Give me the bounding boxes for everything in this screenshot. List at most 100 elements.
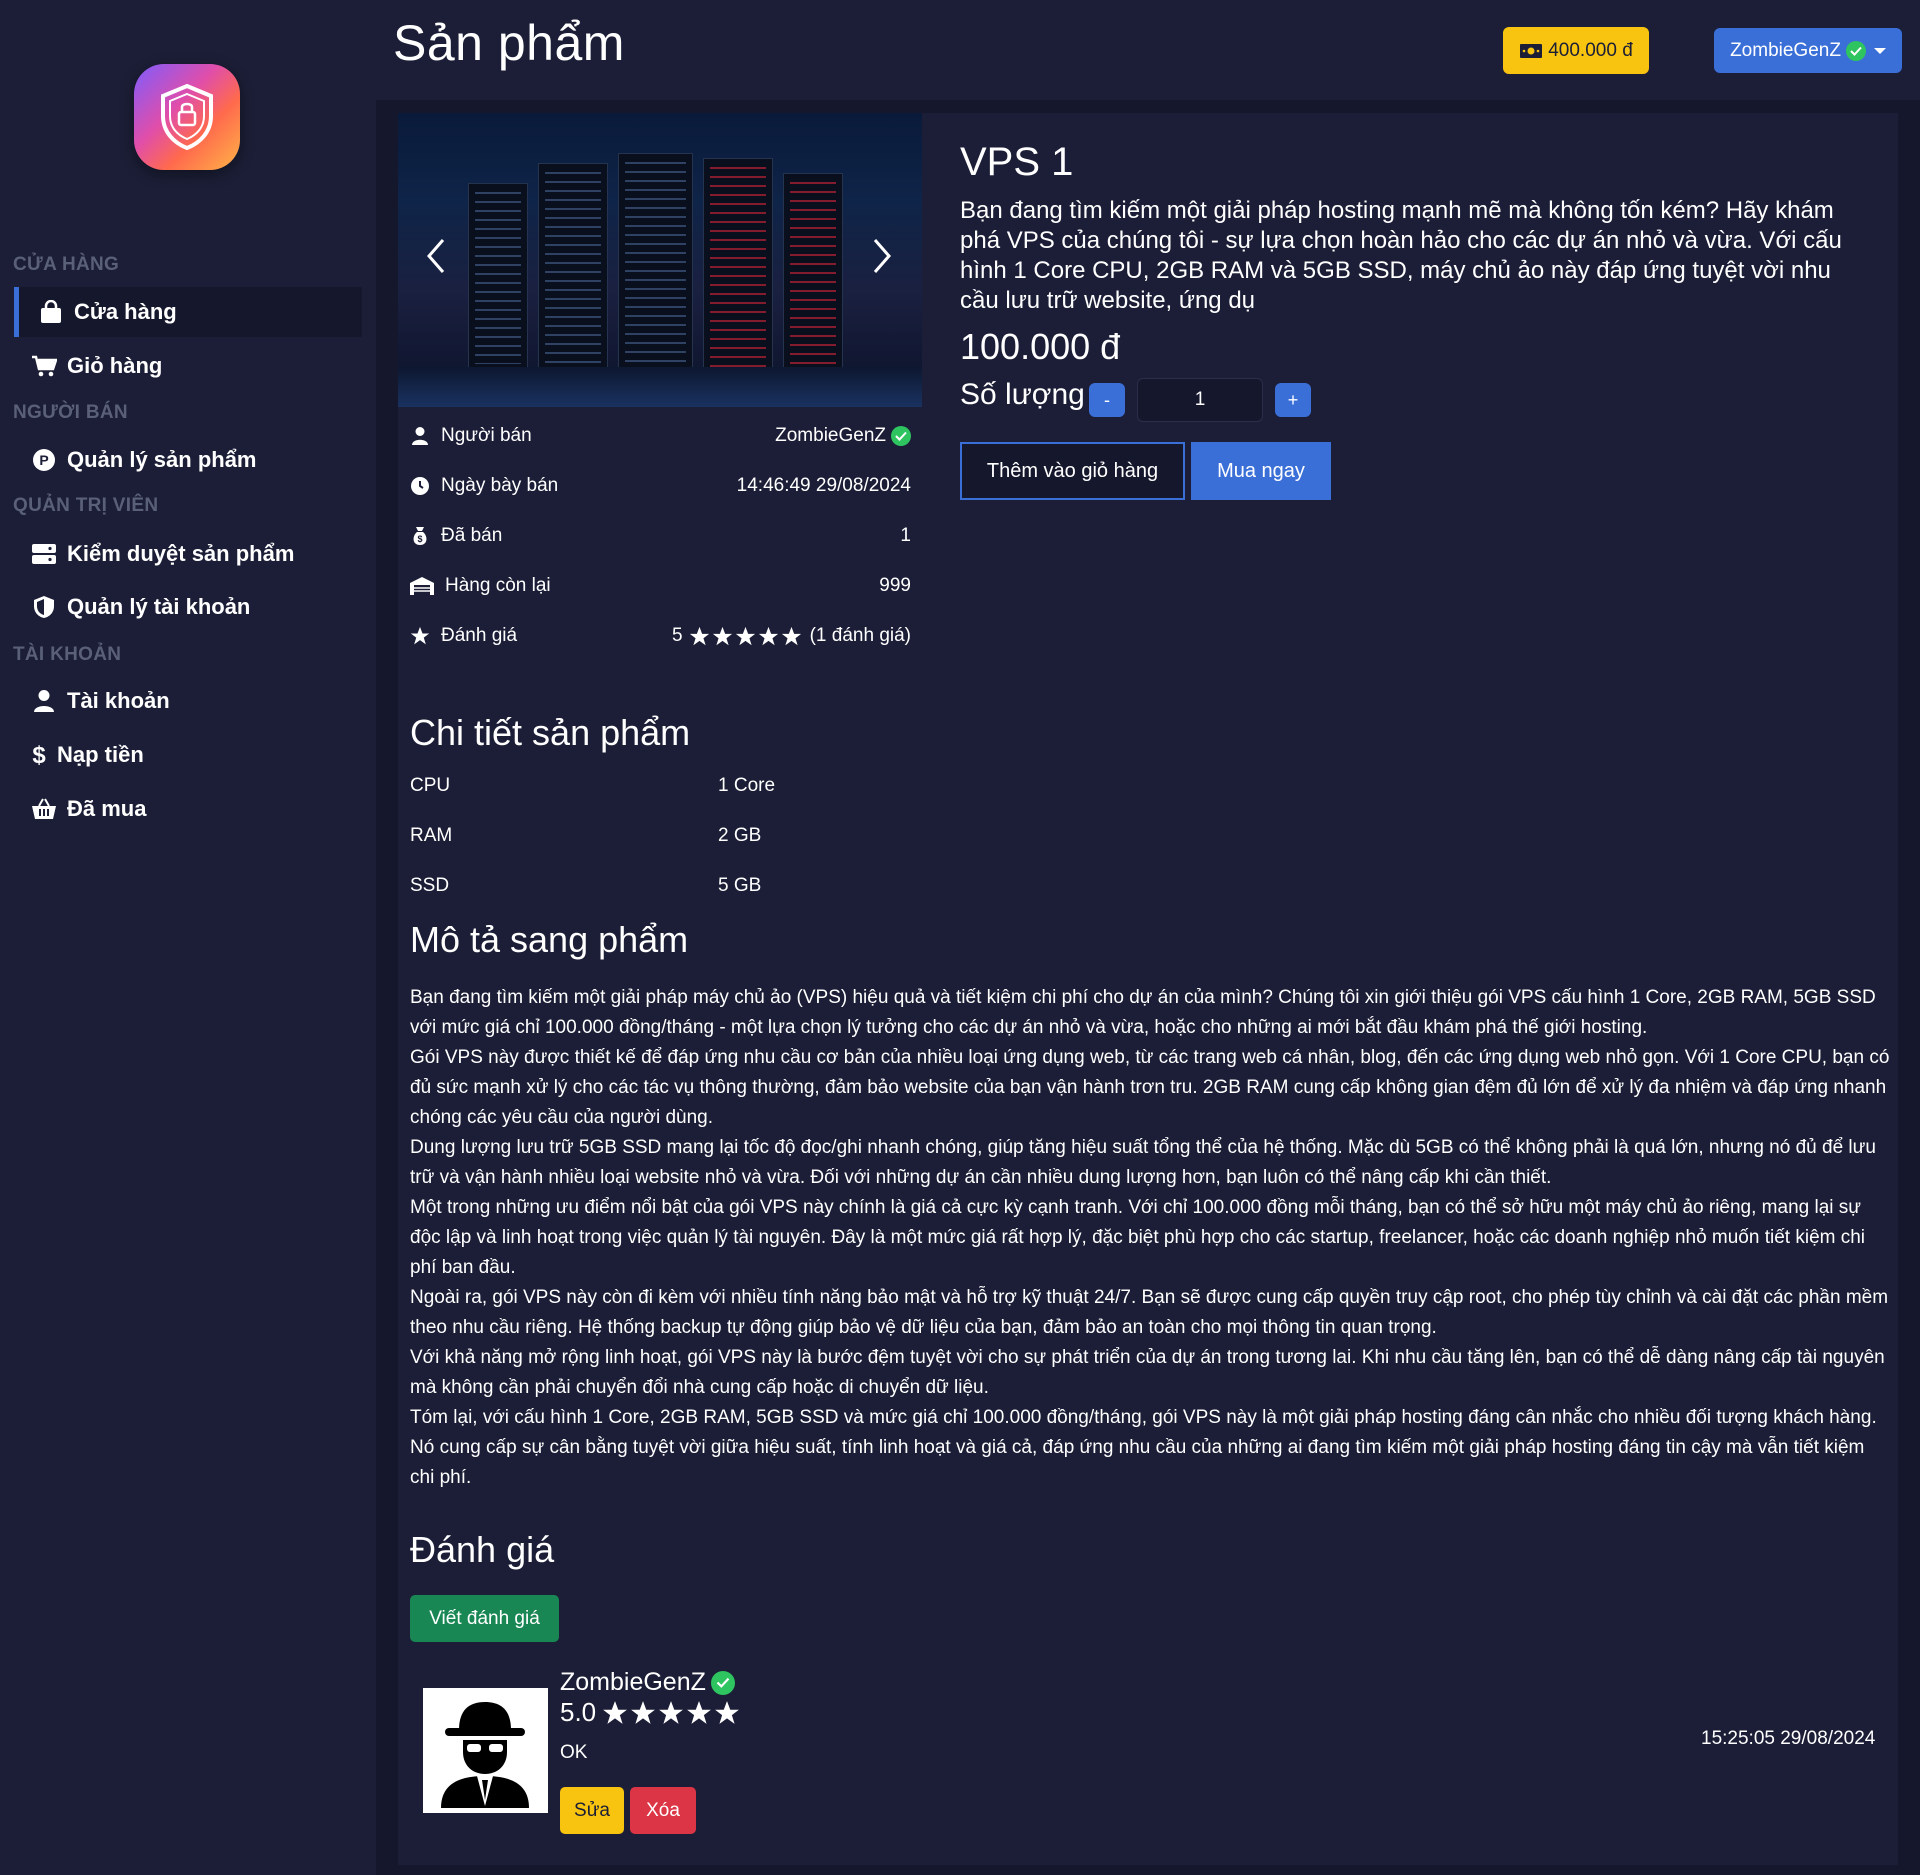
sidebar-item-cart[interactable]: Giỏ hàng <box>14 341 362 391</box>
cash-icon <box>1519 43 1543 59</box>
app-logo[interactable] <box>134 64 240 170</box>
star-icon <box>781 626 801 645</box>
info-value: 999 <box>879 575 911 596</box>
svg-text:$: $ <box>417 534 422 544</box>
sidebar-item-label: Cửa hàng <box>74 299 177 324</box>
buy-now-button[interactable]: Mua ngay <box>1191 442 1331 500</box>
sidebar-item-manage-accounts[interactable]: Quản lý tài khoản <box>14 582 362 632</box>
carousel-prev-button[interactable] <box>416 233 456 283</box>
server-rack-image <box>783 173 843 373</box>
info-row-rating: Đánh giá 5 (1 đánh giá) <box>409 616 911 656</box>
username: ZombieGenZ <box>1730 39 1841 61</box>
section-title-store: CỬA HÀNG <box>13 254 120 275</box>
star-icon <box>689 626 709 645</box>
user-icon <box>409 425 431 447</box>
sidebar-item-label: Giỏ hàng <box>67 353 163 378</box>
basket-icon <box>30 795 58 823</box>
description-paragraph: Dung lượng lưu trữ 5GB SSD mang lại tốc … <box>410 1137 1876 1188</box>
star-icon <box>715 1700 740 1724</box>
info-label: Người bán <box>441 425 532 446</box>
sidebar-item-manage-products[interactable]: P Quản lý sản phẩm <box>14 435 362 485</box>
description-paragraph: Tóm lại, với cấu hình 1 Core, 2GB RAM, 5… <box>410 1407 1877 1488</box>
info-row-stock: Hàng còn lại 999 <box>409 566 911 606</box>
add-to-cart-button[interactable]: Thêm vào giỏ hàng <box>960 442 1185 500</box>
bag-icon <box>37 298 65 326</box>
section-title-seller: NGƯỜI BÁN <box>13 402 128 423</box>
description-paragraph: Với khả năng mở rộng linh hoạt, gói VPS … <box>410 1347 1885 1398</box>
description-paragraph: Một trong những ưu điểm nổi bật của gói … <box>410 1197 1866 1278</box>
sidebar-item-label: Quản lý tài khoản <box>67 594 251 619</box>
verified-icon <box>710 1670 735 1695</box>
seller-name[interactable]: ZombieGenZ <box>775 425 886 447</box>
info-row-sold: $ Đã bán 1 <box>409 516 911 556</box>
star-icon <box>758 626 778 645</box>
server-rack-image <box>468 183 528 373</box>
user-menu-button[interactable]: ZombieGenZ <box>1714 28 1902 73</box>
review-author: ZombieGenZ <box>560 1668 735 1697</box>
svg-text:P: P <box>39 452 48 468</box>
product-image-carousel[interactable] <box>398 113 922 407</box>
sidebar-item-account[interactable]: Tài khoản <box>14 676 362 726</box>
server-rack-image <box>618 153 693 383</box>
page-title: Sản phẩm <box>393 15 625 71</box>
description-paragraph: Bạn đang tìm kiếm một giải pháp máy chủ … <box>410 987 1876 1038</box>
svg-text:$: $ <box>32 742 46 768</box>
description-body: Bạn đang tìm kiếm một giải pháp máy chủ … <box>410 983 1890 1493</box>
sidebar: CỬA HÀNG Cửa hàng Giỏ hàng NGƯỜI BÁN P Q… <box>0 0 372 1875</box>
dollar-icon: $ <box>30 741 48 769</box>
description-title: Mô tả sang phẩm <box>410 919 689 960</box>
user-icon <box>30 687 58 715</box>
info-row-listed-date: Ngày bày bán 14:46:49 29/08/2024 <box>409 466 911 506</box>
info-label: Ngày bày bán <box>441 475 559 496</box>
cart-icon <box>30 352 58 380</box>
chevron-down-icon <box>1873 47 1886 54</box>
balance-amount: 400.000 đ <box>1548 39 1633 61</box>
balance-button[interactable]: 400.000 đ <box>1503 27 1649 74</box>
sidebar-item-label: Tài khoản <box>67 688 170 713</box>
carousel-next-button[interactable] <box>862 233 902 283</box>
sidebar-item-label: Kiểm duyệt sản phẩm <box>67 541 295 566</box>
sidebar-item-purchased[interactable]: Đã mua <box>14 784 362 834</box>
edit-review-button[interactable]: Sửa <box>560 1787 624 1834</box>
info-value: 1 <box>900 525 911 546</box>
star-icon <box>631 1700 656 1724</box>
info-row-seller: Người bán ZombieGenZ <box>409 416 911 456</box>
sidebar-item-store[interactable]: Cửa hàng <box>14 287 362 337</box>
review-score: 5.0 <box>560 1697 748 1728</box>
review-score-value: 5.0 <box>560 1697 597 1727</box>
star-icon <box>687 1700 712 1724</box>
sidebar-item-label: Nạp tiền <box>57 742 144 767</box>
star-icon <box>409 625 431 647</box>
info-label: Đánh giá <box>441 625 518 646</box>
spec-name: CPU <box>410 775 451 796</box>
info-value: 14:46:49 29/08/2024 <box>736 475 911 496</box>
description-paragraph: Ngoài ra, gói VPS này còn đi kèm với nhi… <box>410 1287 1889 1338</box>
spec-row: RAM 2 GB <box>410 825 910 847</box>
spec-row: CPU 1 Core <box>410 775 910 797</box>
star-icon <box>659 1700 684 1724</box>
info-label: Đã bán <box>441 525 503 546</box>
server-rack-image <box>703 158 773 383</box>
chevron-right-icon <box>872 238 892 279</box>
sidebar-item-moderate-products[interactable]: Kiểm duyệt sản phẩm <box>14 529 362 579</box>
verified-icon <box>1845 40 1866 61</box>
review-text: OK <box>560 1742 588 1763</box>
delete-review-button[interactable]: Xóa <box>630 1787 696 1834</box>
review-author-name: ZombieGenZ <box>560 1668 706 1696</box>
sidebar-item-label: Đã mua <box>67 796 147 821</box>
rating-count: (1 đánh giá) <box>809 625 911 646</box>
spec-name: RAM <box>410 825 453 846</box>
product-short-description: Bạn đang tìm kiếm một giải pháp hosting … <box>960 197 1842 314</box>
sidebar-item-deposit[interactable]: $ Nạp tiền <box>14 730 362 780</box>
quantity-increase-button[interactable]: + <box>1275 383 1311 417</box>
quantity-decrease-button[interactable]: - <box>1089 383 1125 417</box>
server-rack-image <box>538 163 608 383</box>
spec-value: 1 Core <box>718 775 776 796</box>
write-review-button[interactable]: Viết đánh giá <box>410 1595 559 1642</box>
info-label: Hàng còn lại <box>445 575 551 596</box>
spec-value: 5 GB <box>718 875 762 896</box>
spec-value: 2 GB <box>718 825 762 846</box>
quantity-input[interactable] <box>1137 378 1263 422</box>
avatar <box>423 1688 548 1813</box>
star-icon <box>712 626 732 645</box>
